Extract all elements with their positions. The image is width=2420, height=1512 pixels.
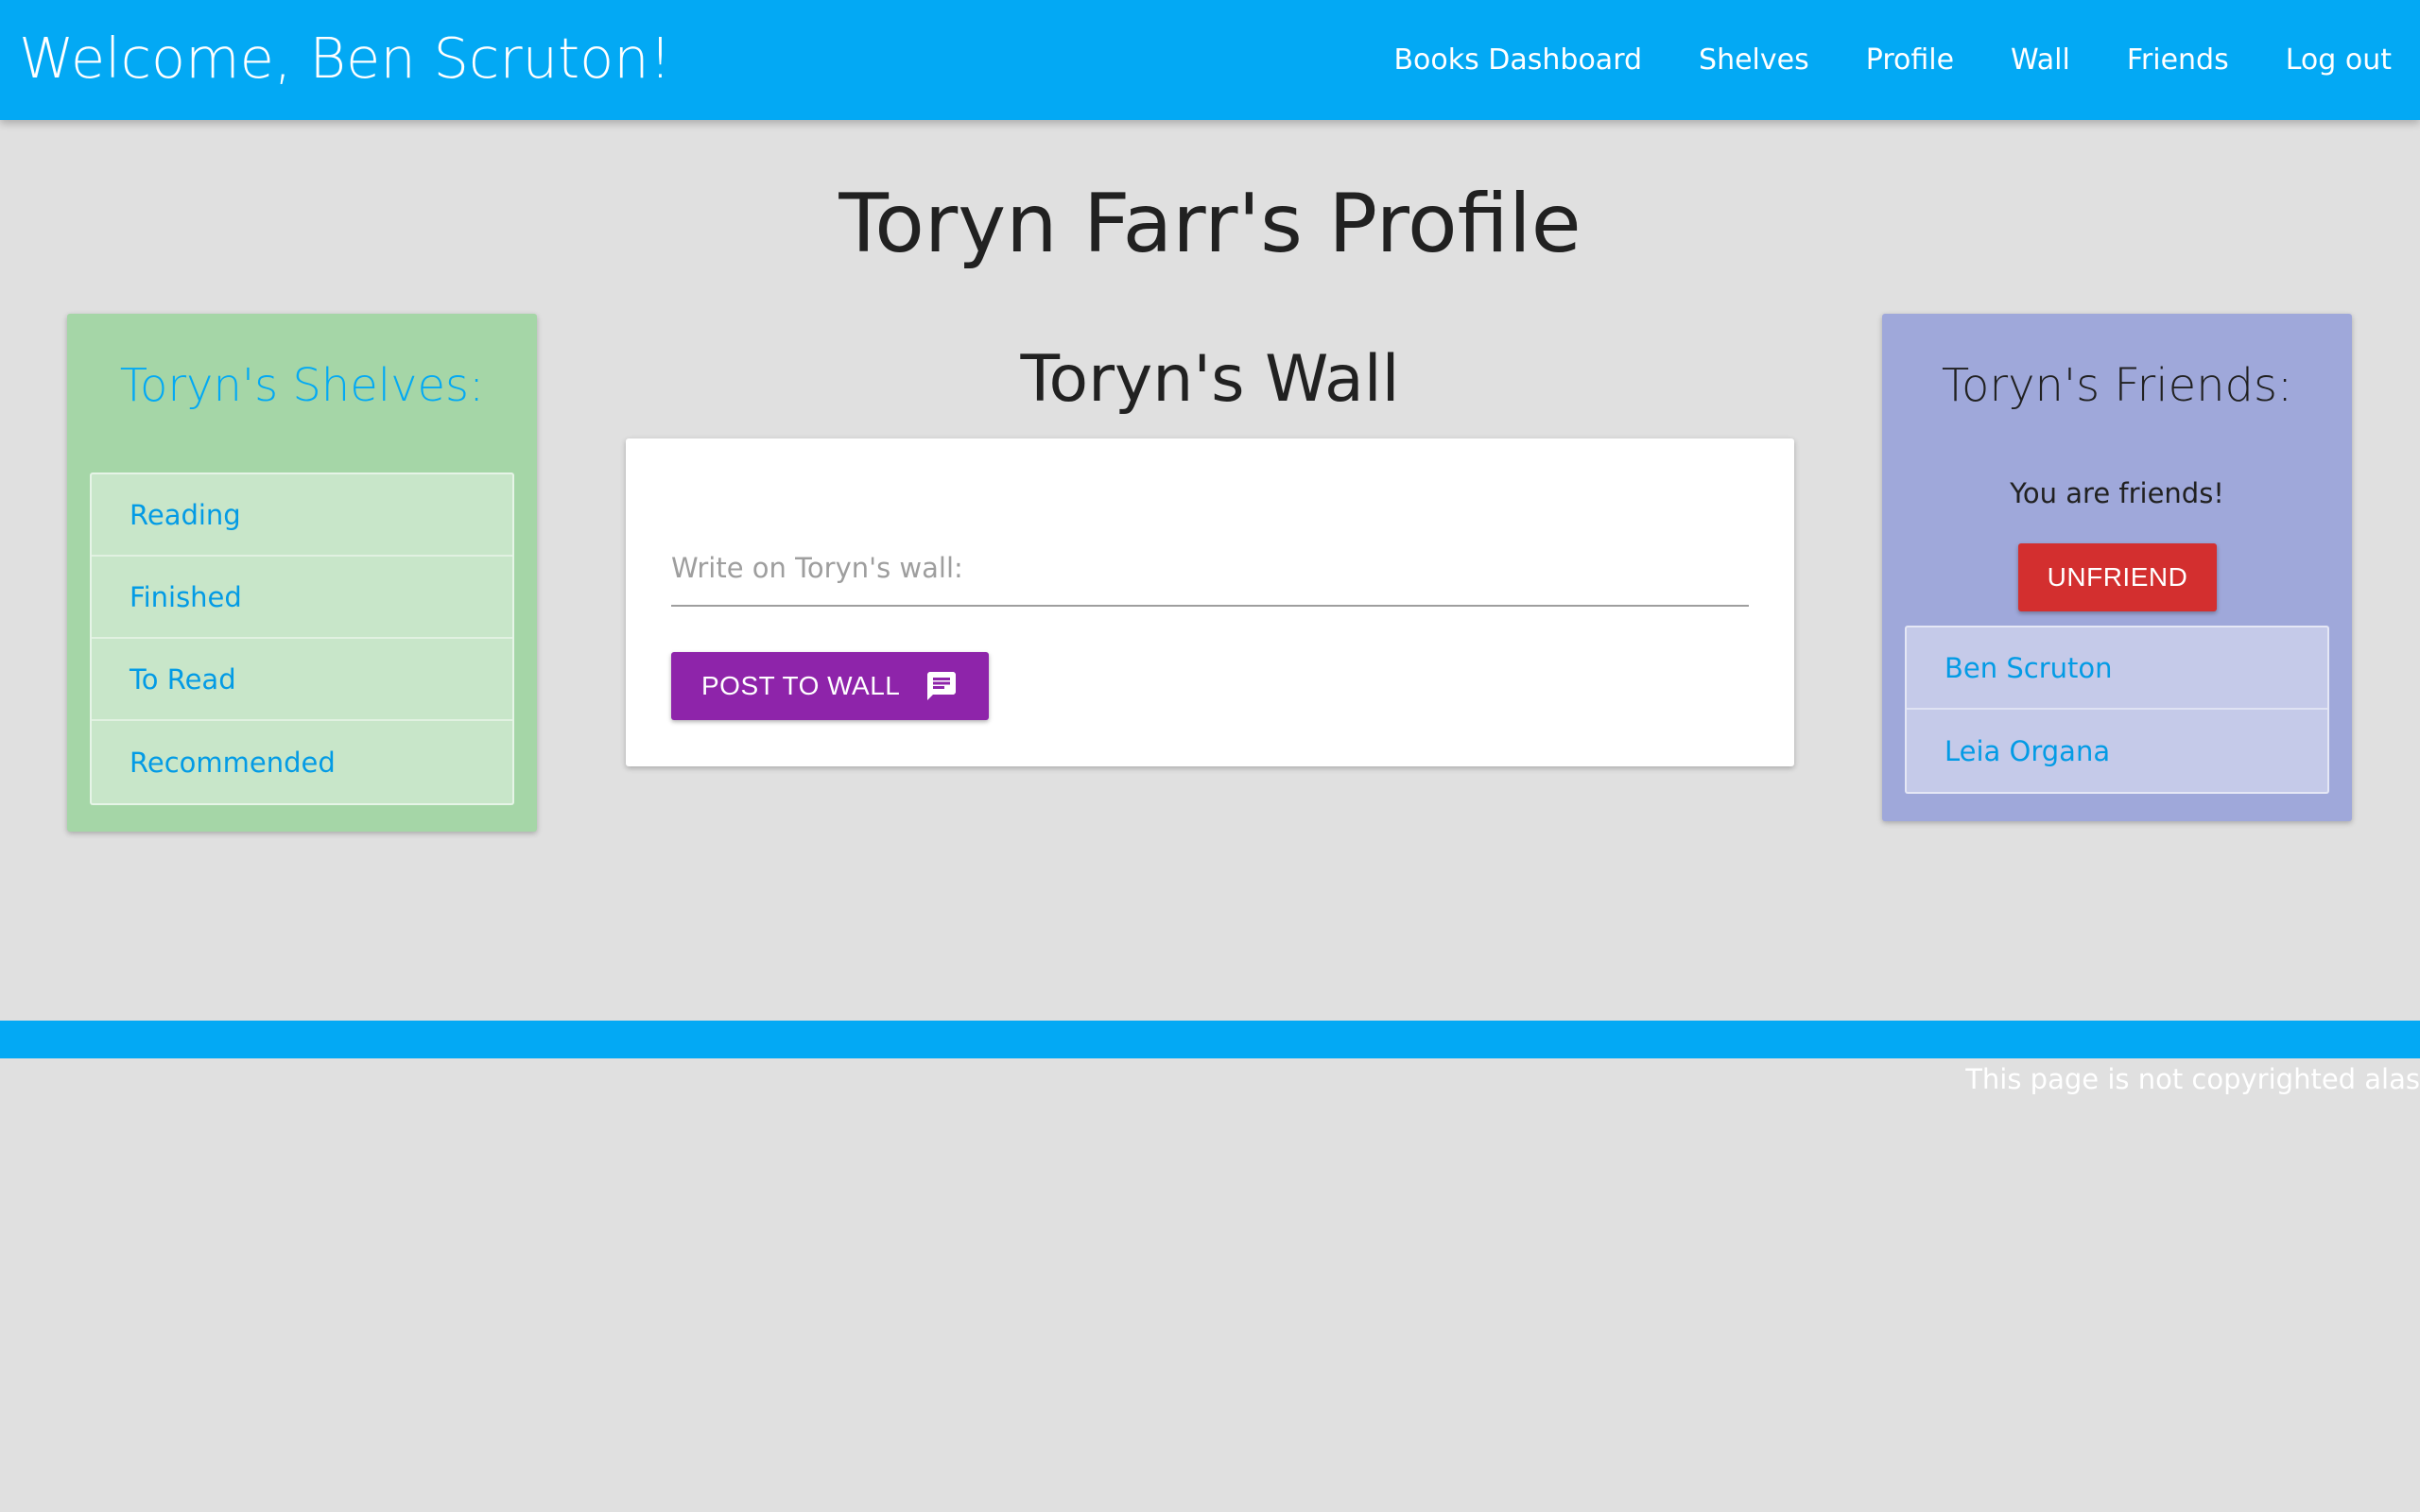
friendship-status: You are friends! — [2010, 477, 2224, 509]
welcome-brand[interactable]: Welcome, Ben Scruton! — [19, 21, 671, 96]
friends-list: Ben Scruton Leia Organa — [1905, 626, 2329, 794]
nav-log-out[interactable]: Log out — [2257, 43, 2420, 77]
nav-shelves[interactable]: Shelves — [1670, 43, 1838, 77]
post-to-wall-button[interactable]: POST TO WALL — [671, 652, 989, 720]
shelves-title: Toryn's Shelves: — [119, 359, 485, 412]
page-title: Toryn Farr's Profile — [838, 177, 1582, 271]
friends-card: Toryn's Friends: You are friends! UNFRIE… — [1882, 314, 2352, 821]
post-to-wall-label: POST TO WALL — [701, 671, 901, 700]
shelves-list: Reading Finished To Read Recommended — [90, 472, 514, 805]
nav-friends[interactable]: Friends — [2099, 43, 2257, 77]
unfriend-button[interactable]: UNFRIEND — [2018, 543, 2217, 611]
nav-books-dashboard[interactable]: Books Dashboard — [1365, 43, 1670, 77]
friend-item-leia-organa[interactable]: Leia Organa — [1907, 710, 2327, 792]
friend-item-ben-scruton[interactable]: Ben Scruton — [1907, 627, 2327, 710]
shelf-item-reading[interactable]: Reading — [92, 474, 512, 557]
nav-profile[interactable]: Profile — [1838, 43, 1982, 77]
shelf-item-to-read[interactable]: To Read — [92, 639, 512, 721]
wall-title: Toryn's Wall — [1020, 342, 1400, 417]
top-navbar: Welcome, Ben Scruton! Books Dashboard Sh… — [0, 0, 2420, 120]
wall-post-input[interactable] — [671, 531, 1749, 607]
shelf-item-recommended[interactable]: Recommended — [92, 721, 512, 803]
footer-copyright: This page is not copyrighted alas — [1965, 1063, 2420, 1095]
shelf-item-finished[interactable]: Finished — [92, 557, 512, 639]
footer-bar — [0, 1021, 2420, 1058]
nav-wall[interactable]: Wall — [1982, 43, 2099, 77]
friends-title: Toryn's Friends: — [1941, 359, 2293, 412]
nav-links: Books Dashboard Shelves Profile Wall Fri… — [1365, 0, 2420, 120]
shelves-card: Toryn's Shelves: Reading Finished To Rea… — [67, 314, 537, 832]
wall-post-card: POST TO WALL — [626, 438, 1794, 766]
chat-message-icon — [927, 672, 956, 700]
